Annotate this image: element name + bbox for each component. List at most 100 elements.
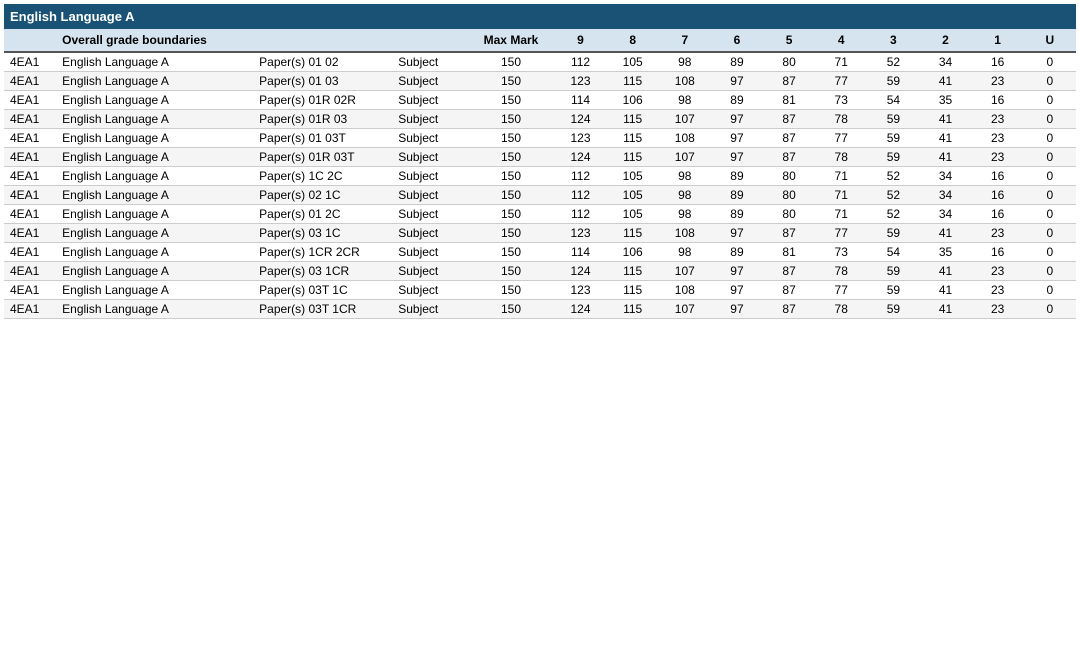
header-code <box>4 29 56 52</box>
cell: 89 <box>711 91 763 110</box>
cell: 78 <box>815 148 867 167</box>
table-row: 4EA1English Language APaper(s) 03 1CSubj… <box>4 224 1076 243</box>
cell: 115 <box>607 72 659 91</box>
cell: 71 <box>815 205 867 224</box>
cell: Subject <box>392 91 467 110</box>
cell: 59 <box>867 224 919 243</box>
cell: 80 <box>763 167 815 186</box>
cell: 4EA1 <box>4 262 56 281</box>
cell: 97 <box>711 148 763 167</box>
cell: 123 <box>554 72 606 91</box>
cell: 52 <box>867 52 919 72</box>
main-container: English Language A Overall grade boundar… <box>0 0 1080 323</box>
cell: English Language A <box>56 129 253 148</box>
cell: 115 <box>607 129 659 148</box>
cell: Paper(s) 01R 03T <box>253 148 392 167</box>
cell: Paper(s) 1C 2C <box>253 167 392 186</box>
header-row: Overall grade boundaries Max Mark 9 8 7 … <box>4 29 1076 52</box>
cell: English Language A <box>56 281 253 300</box>
cell: 124 <box>554 262 606 281</box>
cell: 150 <box>468 72 555 91</box>
cell: 80 <box>763 205 815 224</box>
table-row: 4EA1English Language APaper(s) 01 2CSubj… <box>4 205 1076 224</box>
cell: 80 <box>763 52 815 72</box>
cell: Subject <box>392 300 467 319</box>
cell: Subject <box>392 167 467 186</box>
cell: English Language A <box>56 52 253 72</box>
cell: 0 <box>1024 300 1076 319</box>
cell: 23 <box>972 148 1024 167</box>
cell: 150 <box>468 186 555 205</box>
header-overall: Overall grade boundaries <box>56 29 392 52</box>
table-row: 4EA1English Language APaper(s) 02 1CSubj… <box>4 186 1076 205</box>
header-type <box>392 29 467 52</box>
cell: 105 <box>607 186 659 205</box>
cell: 34 <box>919 205 971 224</box>
cell: 112 <box>554 186 606 205</box>
cell: 0 <box>1024 148 1076 167</box>
cell: 0 <box>1024 243 1076 262</box>
cell: 4EA1 <box>4 91 56 110</box>
cell: 98 <box>659 52 711 72</box>
cell: 78 <box>815 262 867 281</box>
cell: 4EA1 <box>4 167 56 186</box>
cell: 41 <box>919 224 971 243</box>
cell: 4EA1 <box>4 110 56 129</box>
cell: Subject <box>392 281 467 300</box>
cell: 124 <box>554 110 606 129</box>
cell: Paper(s) 03T 1CR <box>253 300 392 319</box>
cell: Paper(s) 01 2C <box>253 205 392 224</box>
cell: 23 <box>972 129 1024 148</box>
cell: 87 <box>763 281 815 300</box>
cell: 23 <box>972 281 1024 300</box>
cell: 108 <box>659 129 711 148</box>
cell: 112 <box>554 205 606 224</box>
cell: 71 <box>815 167 867 186</box>
cell: 77 <box>815 281 867 300</box>
cell: 4EA1 <box>4 129 56 148</box>
header-maxmark: Max Mark <box>468 29 555 52</box>
cell: 77 <box>815 129 867 148</box>
table-row: 4EA1English Language APaper(s) 03T 1CRSu… <box>4 300 1076 319</box>
cell: Subject <box>392 186 467 205</box>
cell: 124 <box>554 148 606 167</box>
table-row: 4EA1English Language APaper(s) 1C 2CSubj… <box>4 167 1076 186</box>
grade-boundaries-table: English Language A Overall grade boundar… <box>4 4 1076 319</box>
cell: 97 <box>711 129 763 148</box>
cell: 0 <box>1024 91 1076 110</box>
cell: 115 <box>607 224 659 243</box>
cell: 59 <box>867 129 919 148</box>
cell: 150 <box>468 148 555 167</box>
cell: 97 <box>711 300 763 319</box>
cell: 41 <box>919 262 971 281</box>
cell: English Language A <box>56 224 253 243</box>
cell: 4EA1 <box>4 205 56 224</box>
cell: 81 <box>763 243 815 262</box>
cell: 108 <box>659 72 711 91</box>
cell: 97 <box>711 262 763 281</box>
cell: 4EA1 <box>4 72 56 91</box>
table-title: English Language A <box>4 4 1076 29</box>
cell: Subject <box>392 262 467 281</box>
cell: Paper(s) 1CR 2CR <box>253 243 392 262</box>
cell: Paper(s) 03 1C <box>253 224 392 243</box>
cell: 115 <box>607 281 659 300</box>
cell: English Language A <box>56 72 253 91</box>
cell: 16 <box>972 52 1024 72</box>
cell: 89 <box>711 52 763 72</box>
cell: 78 <box>815 300 867 319</box>
cell: 123 <box>554 281 606 300</box>
cell: 98 <box>659 186 711 205</box>
cell: 89 <box>711 205 763 224</box>
cell: 0 <box>1024 52 1076 72</box>
cell: 150 <box>468 262 555 281</box>
cell: 59 <box>867 281 919 300</box>
cell: 105 <box>607 167 659 186</box>
cell: Subject <box>392 243 467 262</box>
cell: 23 <box>972 262 1024 281</box>
cell: 150 <box>468 167 555 186</box>
cell: 97 <box>711 110 763 129</box>
cell: 54 <box>867 91 919 110</box>
cell: 0 <box>1024 281 1076 300</box>
cell: 150 <box>468 243 555 262</box>
